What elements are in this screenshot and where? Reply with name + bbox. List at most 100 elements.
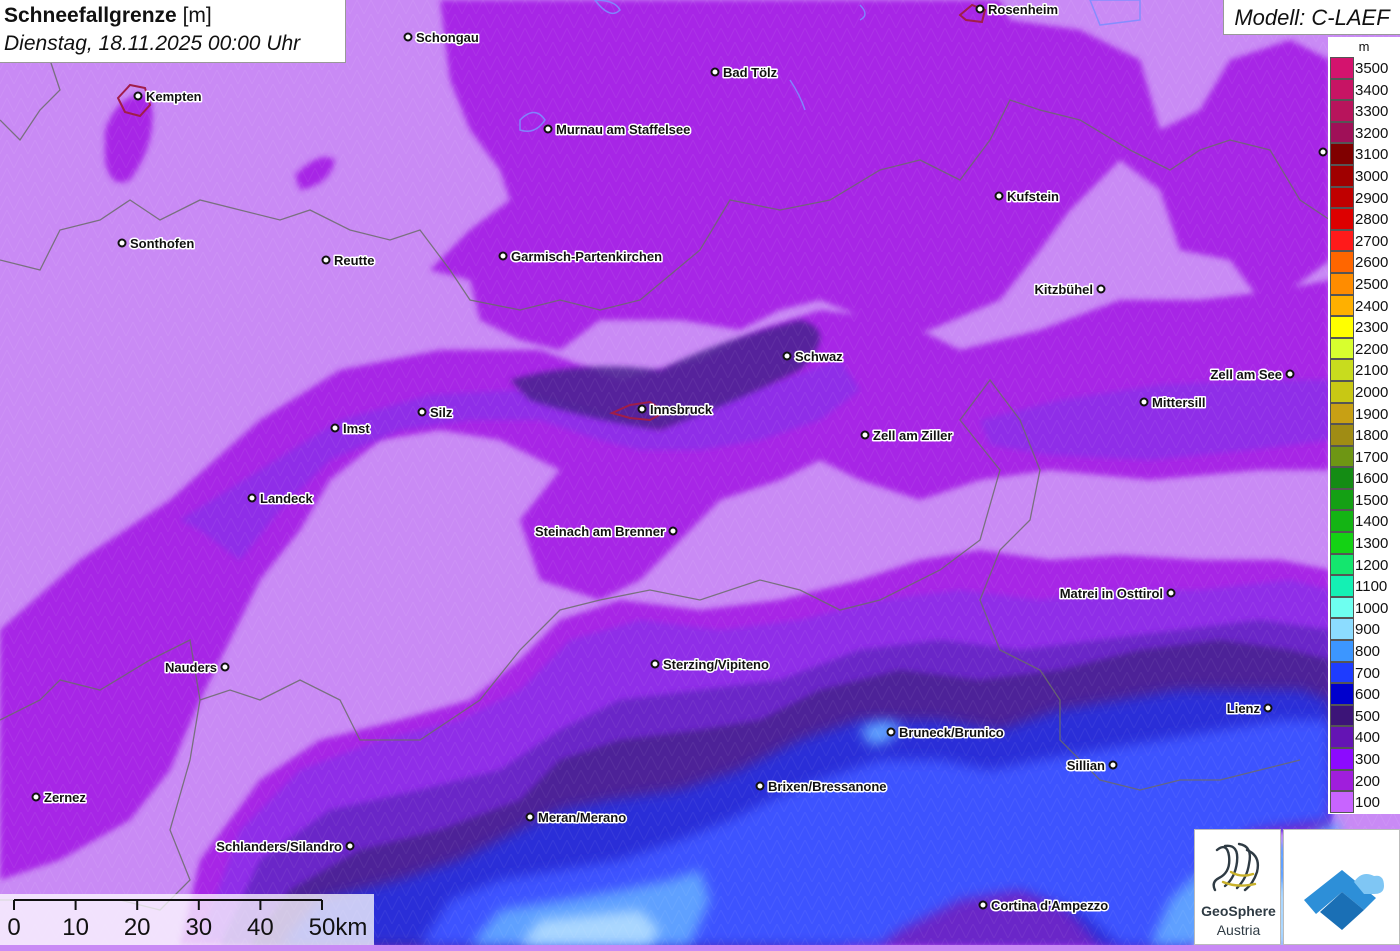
legend-row: 2900 [1328, 187, 1400, 209]
city-marker[interactable]: Innsbruck [639, 402, 713, 417]
city-label: Sillian [1067, 758, 1105, 773]
city-dot [222, 664, 229, 671]
legend-swatch [1330, 273, 1354, 295]
city-marker[interactable]: Schlanders/Silandro [216, 839, 353, 854]
legend-row: 2100 [1328, 359, 1400, 381]
legend-label: 1000 [1355, 600, 1388, 617]
legend-row: 200 [1328, 770, 1400, 792]
legend-label: 500 [1355, 708, 1380, 725]
model-label: Modell: C-LAEF [1223, 0, 1400, 35]
title-unit: [m] [183, 4, 212, 27]
legend-label: 3000 [1355, 168, 1388, 185]
scale-label: 0 [7, 914, 20, 942]
legend-swatch [1330, 316, 1354, 338]
city-marker[interactable]: Zell am See [1210, 367, 1293, 382]
city-dot [862, 432, 869, 439]
legend-row: 1300 [1328, 532, 1400, 554]
city-label: Lienz [1227, 701, 1261, 716]
city-dot [135, 93, 142, 100]
city-label: Schwaz [795, 349, 843, 364]
city-dot [784, 353, 791, 360]
legend-swatch [1330, 381, 1354, 403]
legend-swatch [1330, 467, 1354, 489]
legend-row: 1600 [1328, 467, 1400, 489]
legend-label: 600 [1355, 686, 1380, 703]
legend-row: 2000 [1328, 381, 1400, 403]
city-dot [1141, 399, 1148, 406]
scale-label: 50km [309, 914, 368, 942]
legend-row: 2600 [1328, 251, 1400, 273]
geosphere-subtitle: Austria [1195, 922, 1282, 938]
city-marker[interactable]: Murnau am Staffelsee [545, 122, 691, 137]
city-marker[interactable]: Matrei in Osttirol [1060, 586, 1175, 601]
app-logo[interactable] [1283, 829, 1400, 945]
city-marker[interactable]: Steinach am Brenner [535, 524, 677, 539]
city-label: Sonthofen [130, 236, 194, 251]
city-dot [980, 902, 987, 909]
city-marker[interactable]: Meran/Merano [527, 810, 627, 825]
city-label: Zell am Ziller [873, 428, 952, 443]
city-dot [545, 126, 552, 133]
legend-label: 1300 [1355, 535, 1388, 552]
legend-label: 3300 [1355, 103, 1388, 120]
legend-row: 400 [1328, 726, 1400, 748]
legend-row: 300 [1328, 748, 1400, 770]
legend-swatch [1330, 705, 1354, 727]
city-marker[interactable]: Cortina d'Ampezzo [980, 898, 1109, 913]
city-dot [500, 253, 507, 260]
legend-label: 1800 [1355, 427, 1388, 444]
legend-label: 2300 [1355, 319, 1388, 336]
scale-label: 30 [185, 914, 212, 942]
city-marker[interactable]: Sonthofen [119, 236, 195, 251]
legend-row: 500 [1328, 705, 1400, 727]
city-marker[interactable]: Zell am Ziller [862, 428, 953, 443]
legend-swatch [1330, 532, 1354, 554]
legend-row: 1400 [1328, 510, 1400, 532]
city-dot [639, 406, 646, 413]
map-title: Schneefallgrenze [m] [4, 2, 341, 30]
legend-label: 2900 [1355, 190, 1388, 207]
city-marker[interactable]: Schongau [405, 30, 479, 45]
city-dot [757, 783, 764, 790]
legend-swatch [1330, 403, 1354, 425]
snowfall-line-map[interactable]: Rosenheim Schongau Kempten Bad Tölz Murnau a… [0, 0, 1400, 945]
city-marker[interactable]: Brixen/Bressanone [757, 779, 887, 794]
legend-row: 1200 [1328, 554, 1400, 576]
legend-unit: m [1328, 39, 1400, 54]
city-label: Kempten [146, 89, 202, 104]
legend-swatch [1330, 662, 1354, 684]
city-marker[interactable]: Bruneck/Brunico [888, 725, 1004, 740]
city-label: Schongau [416, 30, 479, 45]
scale-labels: 01020304050km [0, 914, 374, 942]
legend-row: 1500 [1328, 489, 1400, 511]
city-dot [332, 425, 339, 432]
city-label: Landeck [260, 491, 314, 506]
city-label: Kufstein [1007, 189, 1059, 204]
legend-row: 3100 [1328, 143, 1400, 165]
legend-swatch [1330, 187, 1354, 209]
city-label: Bad Tölz [723, 65, 778, 80]
city-dot [119, 240, 126, 247]
map-title-box: Schneefallgrenze [m] Dienstag, 18.11.202… [0, 0, 346, 63]
legend-label: 2100 [1355, 362, 1388, 379]
city-dot [1265, 705, 1272, 712]
legend-label: 1200 [1355, 557, 1388, 574]
legend-label: 2600 [1355, 254, 1388, 271]
city-dot [419, 409, 426, 416]
scale-label: 10 [62, 914, 89, 942]
legend-swatch [1330, 122, 1354, 144]
legend-row: 1900 [1328, 403, 1400, 425]
city-marker[interactable]: Garmisch-Partenkirchen [500, 249, 663, 264]
legend-label: 100 [1355, 794, 1380, 811]
geosphere-logo[interactable]: GeoSphere Austria [1194, 829, 1281, 945]
city-label: Silz [430, 405, 453, 420]
city-marker[interactable]: Sterzing/Vipiteno [652, 657, 769, 672]
city-label: Rosenheim [988, 2, 1058, 17]
city-label: Brixen/Bressanone [768, 779, 887, 794]
city-marker[interactable]: Rosenheim [977, 2, 1059, 17]
legend-row: 1000 [1328, 597, 1400, 619]
scale-label: 20 [124, 914, 151, 942]
legend-label: 2700 [1355, 233, 1388, 250]
city-label: Sterzing/Vipiteno [663, 657, 769, 672]
legend-label: 200 [1355, 773, 1380, 790]
